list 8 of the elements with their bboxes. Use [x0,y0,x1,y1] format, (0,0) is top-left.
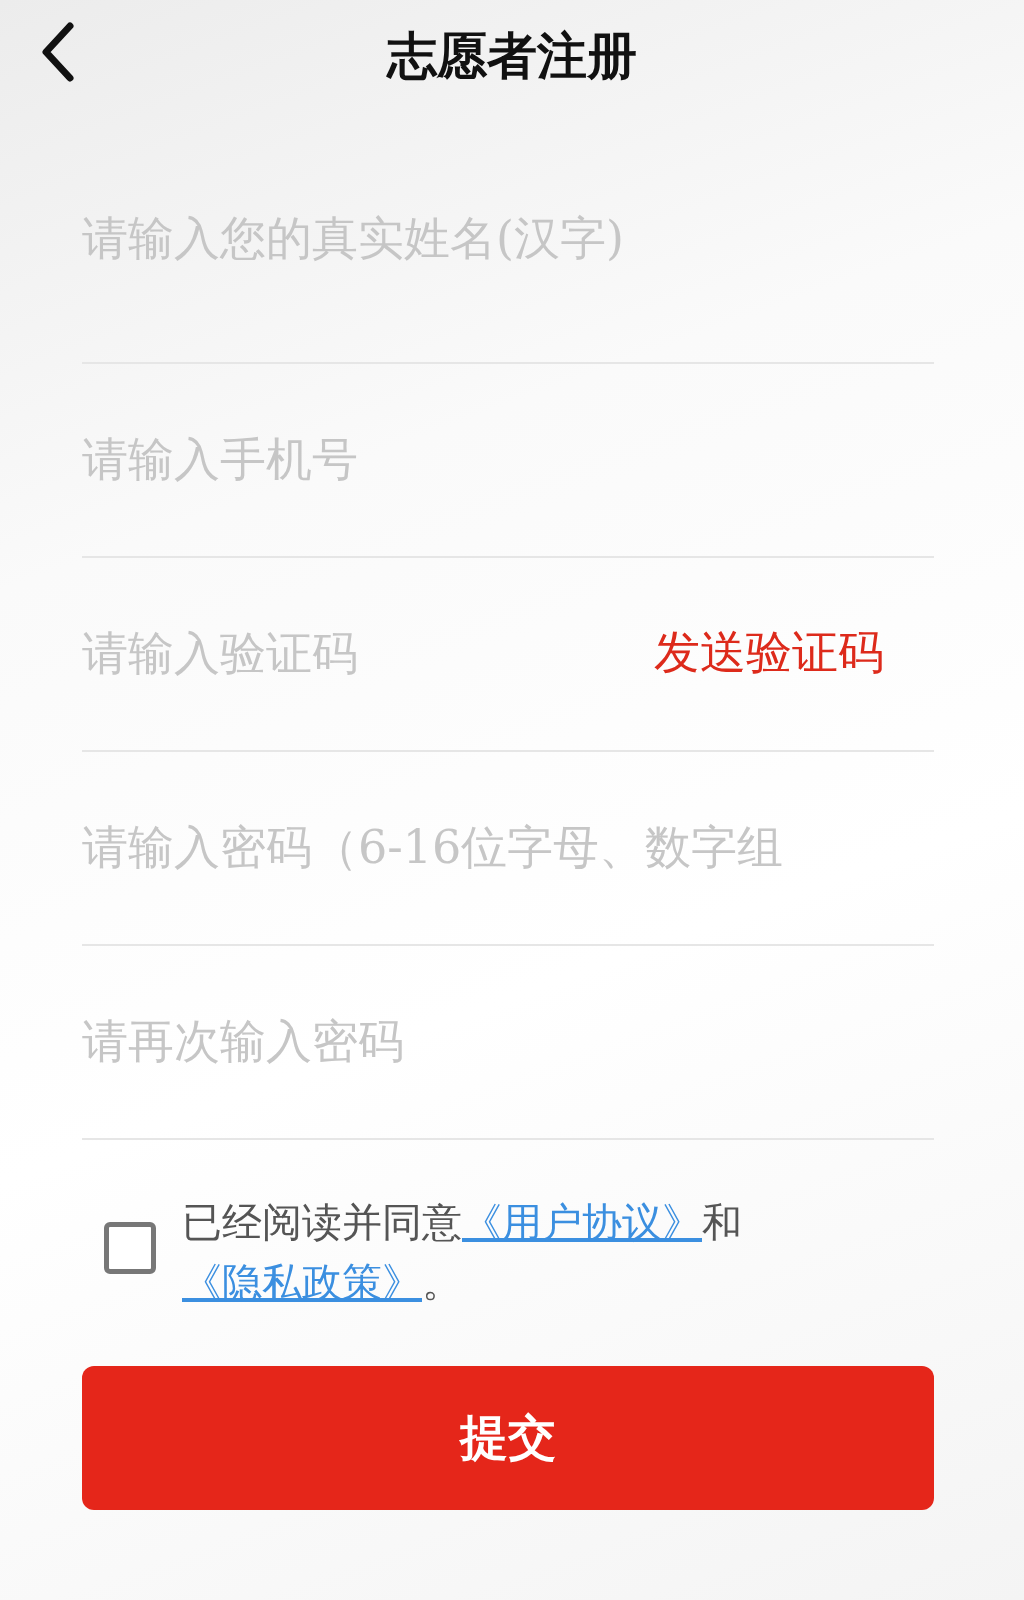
checkbox[interactable] [104,1222,156,1274]
agreement-link[interactable]: 《隐私政策》 [182,1259,422,1305]
agreement-text: 已经阅读并同意《用户协议》和 《隐私政策》。 [182,1198,743,1307]
submit-button[interactable]: 提交 [82,1366,934,1510]
agreement-link[interactable]: 《用户协议》 [462,1199,702,1245]
input-field[interactable]: 请再次输入密码 [82,1009,934,1073]
send-code-button[interactable]: 发送验证码 [654,622,884,684]
page-title: 志愿者注册 [387,24,637,87]
